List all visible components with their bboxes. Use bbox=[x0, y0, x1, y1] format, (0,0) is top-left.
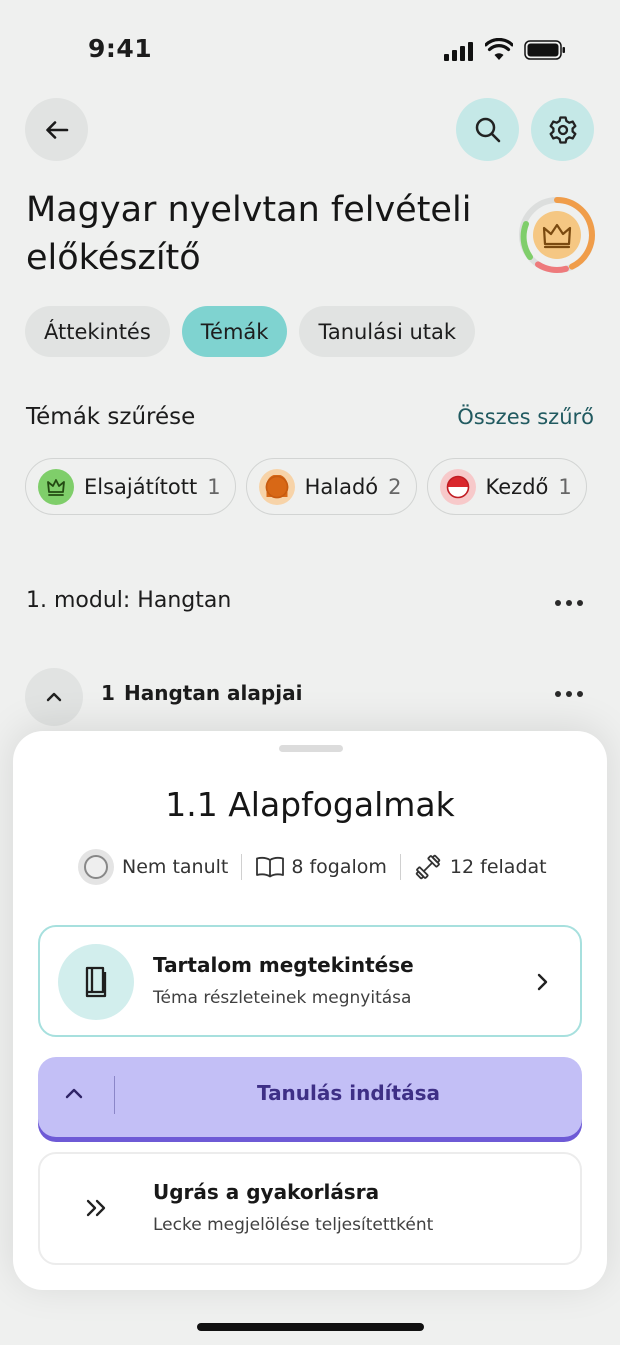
topic-collapse-button[interactable] bbox=[25, 668, 83, 726]
card-title: Tartalom megtekintése bbox=[153, 953, 414, 977]
wifi-icon bbox=[485, 38, 513, 60]
gear-icon bbox=[549, 115, 576, 144]
chip-label: Elsajátított bbox=[84, 474, 198, 499]
card-title: Ugrás a gyakorlásra bbox=[153, 1180, 380, 1204]
exercises-count: 12 feladat bbox=[449, 856, 547, 878]
chip-count: 1 bbox=[558, 474, 572, 499]
chevron-up-icon[interactable] bbox=[62, 1083, 86, 1105]
double-chevron-right-icon bbox=[86, 1199, 106, 1217]
search-icon bbox=[475, 117, 500, 142]
all-filters-link[interactable]: Összes szűrő bbox=[457, 405, 594, 429]
status-bar: 9:41 bbox=[0, 0, 620, 100]
card-subtitle: Lecke megjelölése teljesítettként bbox=[153, 1215, 434, 1235]
start-learning-label: Tanulás indítása bbox=[257, 1081, 440, 1105]
chip-count: 1 bbox=[207, 474, 221, 499]
filter-chip-advanced[interactable]: Haladó 2 bbox=[245, 458, 417, 515]
divider bbox=[241, 854, 243, 880]
module-title: 1. modul: Hangtan bbox=[26, 588, 232, 613]
chip-label: Kezdő bbox=[485, 474, 549, 499]
lesson-meta: Nem tanult 8 fogalom 12 feladat bbox=[78, 849, 547, 885]
filter-heading: Témák szűrése bbox=[26, 404, 196, 430]
skip-to-practice-card[interactable]: Ugrás a gyakorlásra Lecke megjelölése te… bbox=[38, 1152, 582, 1265]
arrow-left-icon bbox=[45, 120, 68, 139]
half-filled-circle-icon bbox=[258, 468, 295, 505]
tab-bar: Áttekintés Témák Tanulási utak bbox=[25, 306, 476, 357]
lesson-title: 1.1 Alapfogalmak bbox=[165, 785, 455, 824]
chip-label: Haladó bbox=[304, 474, 379, 499]
status-time: 9:41 bbox=[88, 34, 153, 63]
book-icon bbox=[58, 944, 134, 1020]
mastery-progress-ring bbox=[519, 197, 595, 273]
back-button[interactable] bbox=[25, 98, 88, 161]
search-button[interactable] bbox=[456, 98, 519, 161]
quarter-filled-circle-icon bbox=[439, 468, 476, 505]
module-more-icon[interactable] bbox=[555, 599, 583, 607]
open-book-icon bbox=[256, 856, 285, 878]
chip-count: 2 bbox=[388, 474, 402, 499]
filter-chip-beginner[interactable]: Kezdő 1 bbox=[426, 458, 587, 515]
sheet-drag-handle[interactable] bbox=[279, 745, 343, 752]
tab-learning-paths[interactable]: Tanulási utak bbox=[299, 306, 476, 357]
settings-button[interactable] bbox=[531, 98, 594, 161]
home-indicator[interactable] bbox=[197, 1323, 424, 1331]
tab-topics[interactable]: Témák bbox=[181, 306, 288, 357]
chevron-up-icon bbox=[46, 692, 62, 702]
status-text: Nem tanult bbox=[122, 856, 229, 878]
concepts-count: 8 fogalom bbox=[291, 856, 387, 878]
filter-chip-mastered[interactable]: Elsajátított 1 bbox=[25, 458, 236, 515]
divider bbox=[399, 854, 401, 880]
chevron-right-icon bbox=[537, 973, 548, 991]
start-learning-button[interactable]: Tanulás indítása bbox=[38, 1057, 582, 1137]
page-title: Magyar nyelvtan felvételi előkészítő bbox=[26, 190, 472, 278]
signal-icon bbox=[444, 41, 476, 61]
tab-overview[interactable]: Áttekintés bbox=[25, 306, 170, 357]
topic-more-icon[interactable] bbox=[555, 690, 583, 698]
filter-chips: Elsajátított 1 Haladó 2 Kezdő 1 bbox=[25, 458, 587, 515]
not-learned-status-icon bbox=[78, 849, 114, 885]
battery-icon bbox=[524, 40, 565, 60]
topic-title: Hangtan alapjai bbox=[124, 681, 303, 705]
dumbbell-icon bbox=[415, 854, 441, 880]
lesson-bottom-sheet: 1.1 Alapfogalmak Nem tanult 8 fogalom 12… bbox=[13, 731, 607, 1290]
view-content-card[interactable]: Tartalom megtekintése Téma részleteinek … bbox=[38, 925, 582, 1037]
card-subtitle: Téma részleteinek megnyitása bbox=[153, 988, 412, 1008]
topic-number: 1 bbox=[101, 681, 115, 705]
crown-icon bbox=[38, 468, 74, 505]
